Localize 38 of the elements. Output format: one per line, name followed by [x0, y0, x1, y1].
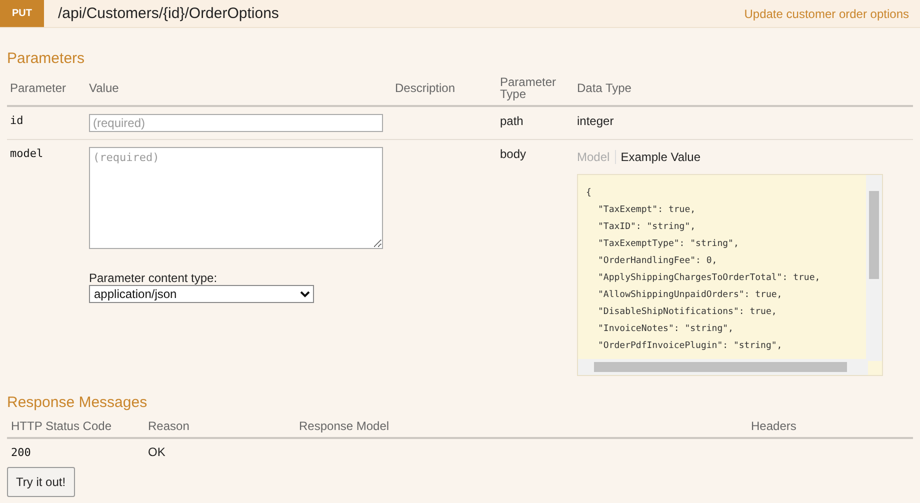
column-header: Response Model: [299, 420, 390, 432]
try-it-out-button[interactable]: Try it out!: [7, 467, 75, 497]
content-type-select[interactable]: application/json: [89, 285, 314, 303]
status-code: 200: [11, 446, 32, 458]
column-header: Parameter: [10, 82, 68, 94]
horizontal-scrollbar[interactable]: [578, 359, 868, 375]
column-header: Headers: [751, 420, 798, 432]
column-header: Reason: [148, 420, 190, 432]
code-line: "AllowShippingUnpaidOrders": true,: [597, 289, 784, 302]
data-type: integer: [577, 114, 615, 128]
code-line: "OrderHandlingFee": 0,: [597, 255, 718, 268]
method-badge: PUT: [0, 0, 44, 27]
parameter-name: id: [10, 114, 24, 127]
column-header: Value: [89, 82, 120, 94]
value-field[interactable]: (required): [89, 147, 383, 249]
parameter-name: model: [10, 147, 44, 160]
vertical-scrollbar[interactable]: [866, 175, 882, 361]
section-heading: Response Messages: [7, 393, 148, 413]
column-header: HTTP Status Code: [11, 420, 112, 432]
code-line: "DisableShipNotifications": true,: [597, 306, 778, 319]
signature-tab[interactable]: Example Value: [620, 150, 706, 164]
parameter-type: body: [500, 147, 528, 161]
code-line: {: [586, 187, 592, 200]
content-type-label: Parameter content type:: [89, 271, 218, 285]
column-header: Parameter Type: [500, 76, 558, 100]
code-line: "ApplyShippingChargesToOrderTotal": true,: [597, 272, 822, 285]
column-header: Description: [395, 82, 456, 94]
reason: OK: [148, 445, 166, 459]
column-header: Data Type: [577, 82, 632, 94]
value-field[interactable]: (required): [89, 114, 383, 132]
code-line: "TaxID": "string",: [597, 221, 697, 234]
section-heading: Parameters: [7, 49, 86, 69]
code-line: "TaxExemptType": "string",: [597, 238, 740, 251]
parameter-type: path: [500, 114, 524, 128]
endpoint-path[interactable]: /api/Customers/{id}/OrderOptions: [58, 5, 744, 22]
code-line: "TaxExempt": true,: [597, 204, 697, 217]
code-line: "InvoiceNotes": "string",: [597, 323, 734, 336]
code-line: "OrderPdfInvoicePlugin": "string",: [597, 340, 784, 353]
